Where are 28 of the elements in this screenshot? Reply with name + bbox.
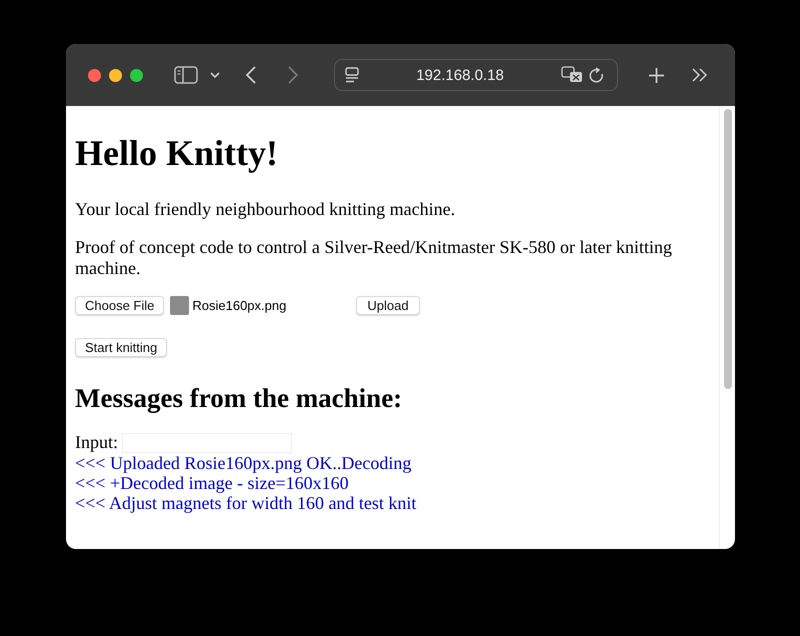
forward-icon[interactable] [288,66,298,84]
plus-icon[interactable] [648,66,665,84]
choose-file-button[interactable]: Choose File [75,296,164,315]
message-line: <<< Uploaded Rosie160px.png OK..Decoding [75,453,412,473]
section-heading: Messages from the machine: [75,383,404,414]
sidebar-icon[interactable] [174,66,198,84]
translate-icon[interactable] [561,66,583,84]
file-name: Rosie160px.png [192,298,288,313]
double-chevron-icon[interactable] [692,68,707,82]
chevron-down-icon[interactable] [210,72,220,78]
page-heading: Hello Knitty! [75,133,279,174]
input-label: Input: [75,432,118,453]
address-text: 192.168.0.18 [415,66,505,84]
back-icon[interactable] [246,66,256,84]
minimize-button[interactable] [109,68,122,82]
page-menu-icon[interactable] [345,67,359,83]
reload-icon[interactable] [589,66,605,84]
message-line: <<< +Decoded image - size=160x160 [75,473,350,493]
start-knitting-button[interactable]: Start knitting [75,338,168,357]
zoom-button[interactable] [130,68,143,82]
scrollbar-thumb[interactable] [724,109,732,389]
upload-button[interactable]: Upload [356,296,420,315]
address-bar[interactable]: 192.168.0.18 [334,59,618,91]
message-line: <<< Adjust magnets for width 160 and test knit [75,493,418,513]
photo-placeholder [170,296,190,315]
intro-text: Your local friendly neighbourhood knitting machine. [75,199,456,220]
close-button[interactable] [88,68,101,82]
description-text: Proof of concept code to control a Silver-Reed/Knitmaster SK-580 or later knitting machine. [75,237,673,279]
